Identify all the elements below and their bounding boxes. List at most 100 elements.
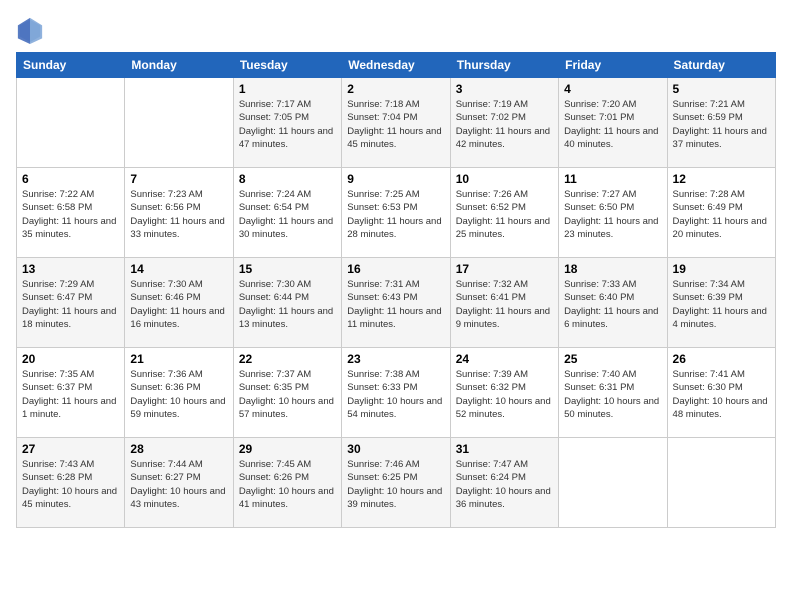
calendar-week-row: 20 Sunrise: 7:35 AM Sunset: 6:37 PM Dayli…	[17, 348, 776, 438]
day-info: Sunrise: 7:18 AM Sunset: 7:04 PM Dayligh…	[347, 98, 444, 151]
day-number: 19	[673, 262, 770, 276]
day-number: 18	[564, 262, 661, 276]
calendar-cell	[667, 438, 775, 528]
day-info: Sunrise: 7:23 AM Sunset: 6:56 PM Dayligh…	[130, 188, 227, 241]
day-number: 11	[564, 172, 661, 186]
day-info: Sunrise: 7:41 AM Sunset: 6:30 PM Dayligh…	[673, 368, 770, 421]
day-info: Sunrise: 7:20 AM Sunset: 7:01 PM Dayligh…	[564, 98, 661, 151]
day-number: 20	[22, 352, 119, 366]
calendar-cell: 1 Sunrise: 7:17 AM Sunset: 7:05 PM Daylig…	[233, 78, 341, 168]
day-info: Sunrise: 7:30 AM Sunset: 6:46 PM Dayligh…	[130, 278, 227, 331]
calendar-week-row: 6 Sunrise: 7:22 AM Sunset: 6:58 PM Daylig…	[17, 168, 776, 258]
calendar-cell: 14 Sunrise: 7:30 AM Sunset: 6:46 PM Dayli…	[125, 258, 233, 348]
day-number: 2	[347, 82, 444, 96]
calendar-week-row: 1 Sunrise: 7:17 AM Sunset: 7:05 PM Daylig…	[17, 78, 776, 168]
day-info: Sunrise: 7:46 AM Sunset: 6:25 PM Dayligh…	[347, 458, 444, 511]
day-info: Sunrise: 7:25 AM Sunset: 6:53 PM Dayligh…	[347, 188, 444, 241]
day-number: 30	[347, 442, 444, 456]
day-info: Sunrise: 7:47 AM Sunset: 6:24 PM Dayligh…	[456, 458, 553, 511]
day-info: Sunrise: 7:30 AM Sunset: 6:44 PM Dayligh…	[239, 278, 336, 331]
weekday-header: Saturday	[667, 53, 775, 78]
day-number: 29	[239, 442, 336, 456]
calendar-cell: 27 Sunrise: 7:43 AM Sunset: 6:28 PM Dayli…	[17, 438, 125, 528]
calendar-cell: 4 Sunrise: 7:20 AM Sunset: 7:01 PM Daylig…	[559, 78, 667, 168]
day-number: 21	[130, 352, 227, 366]
calendar-cell: 26Sunrise: 7:41 AM Sunset: 6:30 PM Dayli…	[667, 348, 775, 438]
day-number: 5	[673, 82, 770, 96]
day-info: Sunrise: 7:31 AM Sunset: 6:43 PM Dayligh…	[347, 278, 444, 331]
day-number: 16	[347, 262, 444, 276]
calendar-cell: 13 Sunrise: 7:29 AM Sunset: 6:47 PM Dayli…	[17, 258, 125, 348]
day-number: 3	[456, 82, 553, 96]
day-info: Sunrise: 7:34 AM Sunset: 6:39 PM Dayligh…	[673, 278, 770, 331]
calendar-cell: 6 Sunrise: 7:22 AM Sunset: 6:58 PM Daylig…	[17, 168, 125, 258]
calendar-cell: 12Sunrise: 7:28 AM Sunset: 6:49 PM Dayli…	[667, 168, 775, 258]
calendar-cell: 15Sunrise: 7:30 AM Sunset: 6:44 PM Dayli…	[233, 258, 341, 348]
day-info: Sunrise: 7:29 AM Sunset: 6:47 PM Dayligh…	[22, 278, 119, 331]
weekday-header: Wednesday	[342, 53, 450, 78]
day-info: Sunrise: 7:24 AM Sunset: 6:54 PM Dayligh…	[239, 188, 336, 241]
day-number: 31	[456, 442, 553, 456]
day-info: Sunrise: 7:37 AM Sunset: 6:35 PM Dayligh…	[239, 368, 336, 421]
calendar-cell: 7 Sunrise: 7:23 AM Sunset: 6:56 PM Daylig…	[125, 168, 233, 258]
weekday-header: Sunday	[17, 53, 125, 78]
day-info: Sunrise: 7:44 AM Sunset: 6:27 PM Dayligh…	[130, 458, 227, 511]
calendar-cell: 22 Sunrise: 7:37 AM Sunset: 6:35 PM Dayli…	[233, 348, 341, 438]
day-info: Sunrise: 7:40 AM Sunset: 6:31 PM Dayligh…	[564, 368, 661, 421]
day-info: Sunrise: 7:43 AM Sunset: 6:28 PM Dayligh…	[22, 458, 119, 511]
calendar-cell: 16 Sunrise: 7:31 AM Sunset: 6:43 PM Dayli…	[342, 258, 450, 348]
day-info: Sunrise: 7:17 AM Sunset: 7:05 PM Dayligh…	[239, 98, 336, 151]
day-number: 25	[564, 352, 661, 366]
calendar-cell: 17 Sunrise: 7:32 AM Sunset: 6:41 PM Dayli…	[450, 258, 558, 348]
calendar-cell: 28 Sunrise: 7:44 AM Sunset: 6:27 PM Dayli…	[125, 438, 233, 528]
day-number: 24	[456, 352, 553, 366]
day-info: Sunrise: 7:27 AM Sunset: 6:50 PM Dayligh…	[564, 188, 661, 241]
calendar-cell: 18 Sunrise: 7:33 AM Sunset: 6:40 PM Dayli…	[559, 258, 667, 348]
calendar-cell: 11 Sunrise: 7:27 AM Sunset: 6:50 PM Dayli…	[559, 168, 667, 258]
day-info: Sunrise: 7:35 AM Sunset: 6:37 PM Dayligh…	[22, 368, 119, 421]
calendar-body: 1 Sunrise: 7:17 AM Sunset: 7:05 PM Daylig…	[17, 78, 776, 528]
day-info: Sunrise: 7:32 AM Sunset: 6:41 PM Dayligh…	[456, 278, 553, 331]
calendar-cell: 31 Sunrise: 7:47 AM Sunset: 6:24 PM Dayli…	[450, 438, 558, 528]
day-info: Sunrise: 7:45 AM Sunset: 6:26 PM Dayligh…	[239, 458, 336, 511]
calendar-cell: 5 Sunrise: 7:21 AM Sunset: 6:59 PM Daylig…	[667, 78, 775, 168]
day-number: 8	[239, 172, 336, 186]
calendar-cell: 9 Sunrise: 7:25 AM Sunset: 6:53 PM Daylig…	[342, 168, 450, 258]
day-number: 14	[130, 262, 227, 276]
day-number: 4	[564, 82, 661, 96]
calendar-header: SundayMondayTuesdayWednesdayThursdayFrid…	[17, 53, 776, 78]
weekday-header: Thursday	[450, 53, 558, 78]
calendar-cell: 19 Sunrise: 7:34 AM Sunset: 6:39 PM Dayli…	[667, 258, 775, 348]
day-number: 7	[130, 172, 227, 186]
weekday-header: Tuesday	[233, 53, 341, 78]
day-number: 6	[22, 172, 119, 186]
calendar-cell	[559, 438, 667, 528]
day-info: Sunrise: 7:19 AM Sunset: 7:02 PM Dayligh…	[456, 98, 553, 151]
calendar-cell: 30 Sunrise: 7:46 AM Sunset: 6:25 PM Dayli…	[342, 438, 450, 528]
calendar-cell: 2 Sunrise: 7:18 AM Sunset: 7:04 PM Daylig…	[342, 78, 450, 168]
day-info: Sunrise: 7:22 AM Sunset: 6:58 PM Dayligh…	[22, 188, 119, 241]
day-number: 13	[22, 262, 119, 276]
day-info: Sunrise: 7:38 AM Sunset: 6:33 PM Dayligh…	[347, 368, 444, 421]
calendar-cell: 25 Sunrise: 7:40 AM Sunset: 6:31 PM Dayli…	[559, 348, 667, 438]
day-number: 9	[347, 172, 444, 186]
page-header	[16, 16, 776, 44]
calendar-cell: 20 Sunrise: 7:35 AM Sunset: 6:37 PM Dayli…	[17, 348, 125, 438]
day-number: 17	[456, 262, 553, 276]
calendar-cell	[125, 78, 233, 168]
calendar-cell: 23 Sunrise: 7:38 AM Sunset: 6:33 PM Dayli…	[342, 348, 450, 438]
logo	[16, 16, 48, 44]
day-info: Sunrise: 7:28 AM Sunset: 6:49 PM Dayligh…	[673, 188, 770, 241]
calendar-cell: 24Sunrise: 7:39 AM Sunset: 6:32 PM Dayli…	[450, 348, 558, 438]
calendar-cell: 8 Sunrise: 7:24 AM Sunset: 6:54 PM Daylig…	[233, 168, 341, 258]
day-number: 28	[130, 442, 227, 456]
calendar-cell: 10Sunrise: 7:26 AM Sunset: 6:52 PM Dayli…	[450, 168, 558, 258]
day-info: Sunrise: 7:21 AM Sunset: 6:59 PM Dayligh…	[673, 98, 770, 151]
day-number: 27	[22, 442, 119, 456]
day-number: 23	[347, 352, 444, 366]
day-info: Sunrise: 7:33 AM Sunset: 6:40 PM Dayligh…	[564, 278, 661, 331]
day-info: Sunrise: 7:36 AM Sunset: 6:36 PM Dayligh…	[130, 368, 227, 421]
day-number: 22	[239, 352, 336, 366]
logo-icon	[16, 16, 44, 44]
day-number: 1	[239, 82, 336, 96]
